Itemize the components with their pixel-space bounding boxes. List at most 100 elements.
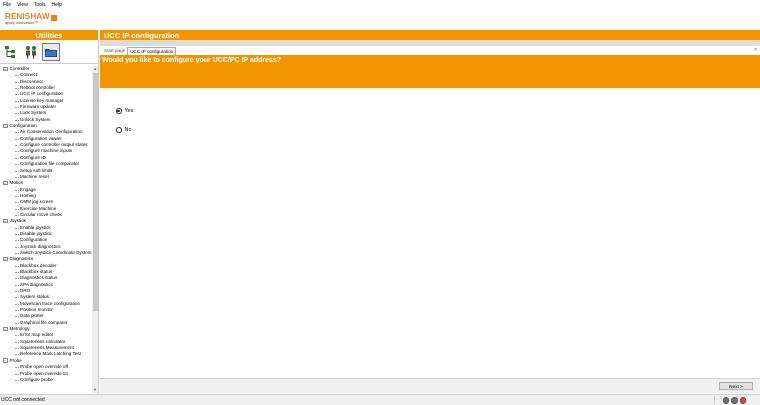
tab-start-page[interactable]: Start page bbox=[102, 47, 127, 55]
menu-help[interactable]: Help bbox=[52, 2, 62, 8]
collapse-icon[interactable]: − bbox=[3, 180, 8, 186]
tree-connector bbox=[15, 88, 19, 90]
tree-item-label: SPA diagnostics bbox=[20, 281, 53, 287]
radio-yes[interactable] bbox=[116, 108, 122, 114]
tree-item[interactable]: Configure probe bbox=[0, 377, 92, 383]
collapse-icon[interactable]: − bbox=[3, 326, 8, 332]
tree-connector bbox=[15, 170, 19, 172]
wizard-content: Yes No bbox=[100, 88, 760, 378]
status-error-icon bbox=[739, 397, 746, 404]
status-separator bbox=[714, 396, 715, 404]
folder-icon bbox=[45, 48, 57, 57]
collapse-icon[interactable]: − bbox=[3, 358, 8, 363]
tree-connector bbox=[15, 367, 19, 369]
tree-connector bbox=[15, 278, 19, 280]
collapse-icon[interactable]: − bbox=[3, 123, 8, 129]
tree-scrollbar[interactable]: ▲ ▼ bbox=[92, 66, 98, 393]
tree-item-label: Metrology bbox=[9, 326, 30, 332]
scroll-up-icon[interactable]: ▲ bbox=[92, 66, 98, 72]
tree-item-label: Joystick diagnostics bbox=[20, 243, 61, 249]
tree-connector bbox=[15, 373, 19, 375]
renishaw-logo: RENISHAW apply innovation™ bbox=[5, 12, 57, 25]
tree-item-label: License key manager bbox=[20, 97, 64, 103]
collapse-icon[interactable]: − bbox=[3, 218, 8, 224]
tree-item-label: Joystick bbox=[9, 218, 26, 224]
tree-connector bbox=[15, 145, 19, 147]
tree-item-label: Movescan trace configuration bbox=[20, 300, 81, 306]
tab-ucc-ip-configuration[interactable]: UCC IP configuration bbox=[127, 47, 177, 55]
tree-item-label: Configuration bbox=[9, 123, 37, 129]
radio-selected-icon bbox=[117, 109, 121, 113]
scroll-down-icon[interactable]: ▼ bbox=[92, 387, 98, 393]
tree-connector bbox=[15, 265, 19, 267]
utilities-toolbar bbox=[0, 40, 98, 64]
question-heading: Would you like to configure your UCC/PC … bbox=[100, 55, 760, 66]
option-yes[interactable]: Yes bbox=[116, 108, 133, 114]
tree-connector bbox=[15, 379, 19, 381]
tree-item-label: Configure ID bbox=[20, 154, 46, 160]
tree-item-label: Disable joystick bbox=[20, 230, 52, 236]
tree-connector bbox=[15, 81, 19, 83]
tree-connector bbox=[15, 227, 19, 229]
logo-mark-icon bbox=[50, 14, 57, 21]
tree-item-label: Firmware updater bbox=[20, 104, 56, 110]
tree-connector bbox=[15, 310, 19, 312]
tree-item-label: Reboot controller bbox=[20, 85, 55, 91]
tree-item-label: Configuration viewer bbox=[20, 135, 62, 141]
tree-item-label: Configure controller output states bbox=[20, 142, 88, 148]
tree-connector bbox=[15, 291, 19, 293]
scroll-thumb[interactable] bbox=[92, 73, 98, 311]
status-indicator-icon bbox=[731, 397, 738, 404]
next-button[interactable]: Next > bbox=[719, 382, 753, 390]
tree-item-label: Switch Joystick Coordinate System bbox=[20, 249, 92, 255]
tree-item-label: Disconnect bbox=[20, 78, 43, 84]
tree-connector bbox=[15, 252, 19, 254]
tree-connector bbox=[15, 164, 19, 166]
tree-item-label: Configure machine inputs bbox=[20, 148, 73, 154]
tree-item-label: Configuration file comparator bbox=[20, 161, 79, 167]
tree-connector bbox=[15, 176, 19, 178]
tree-connector bbox=[15, 284, 19, 286]
tree-item-label: Blackbox decoder bbox=[20, 262, 57, 268]
tree-connector bbox=[15, 151, 19, 153]
tree-connector bbox=[15, 113, 19, 115]
folder-button[interactable] bbox=[42, 42, 60, 61]
tree-connector bbox=[15, 107, 19, 109]
tree-view-button[interactable] bbox=[2, 43, 20, 61]
tree-connector bbox=[15, 208, 19, 210]
collapse-icon[interactable]: − bbox=[3, 66, 8, 72]
tree-connector bbox=[15, 119, 19, 121]
tree-item-label: Position monitor bbox=[20, 307, 53, 313]
collapse-icon[interactable]: − bbox=[3, 256, 8, 262]
tree-item-label: Probe open override on bbox=[20, 370, 69, 376]
tree-connector bbox=[15, 341, 19, 343]
status-bar: UCC not connected bbox=[0, 394, 760, 405]
question-band bbox=[100, 66, 760, 88]
radio-no[interactable] bbox=[116, 127, 122, 133]
tree-connector bbox=[15, 246, 19, 248]
connection-status: UCC not connected bbox=[1, 397, 45, 403]
menu-view[interactable]: View bbox=[17, 2, 28, 8]
tree-connector bbox=[15, 94, 19, 96]
tree-connector bbox=[15, 189, 19, 191]
people-button[interactable] bbox=[22, 43, 40, 61]
menu-tools[interactable]: Tools bbox=[34, 2, 46, 8]
utilities-tree: − Controller Connect Disconnect Reboot contr… bbox=[0, 66, 92, 393]
tree-connector bbox=[15, 202, 19, 204]
tree-item-label: Error map editor bbox=[20, 332, 54, 338]
status-indicator-icon bbox=[722, 397, 729, 404]
tree-connector bbox=[15, 272, 19, 273]
tree-item-label: Controller bbox=[9, 66, 30, 71]
menu-file[interactable]: File bbox=[3, 2, 11, 8]
tree-item-label: Configuration bbox=[20, 237, 48, 243]
tree-item-label: Probe bbox=[9, 357, 22, 363]
tree-item-label: Configure probe bbox=[20, 376, 53, 382]
close-icon[interactable]: × bbox=[754, 47, 757, 53]
tree-connector bbox=[15, 138, 19, 140]
tree-item-label: Data plotter bbox=[20, 313, 44, 319]
option-no[interactable]: No bbox=[116, 127, 132, 133]
page-title: UCC IP configuration bbox=[100, 30, 760, 40]
tree-item-label: DRO bbox=[20, 288, 31, 294]
people-icon bbox=[26, 45, 36, 58]
tree-connector bbox=[15, 348, 19, 350]
